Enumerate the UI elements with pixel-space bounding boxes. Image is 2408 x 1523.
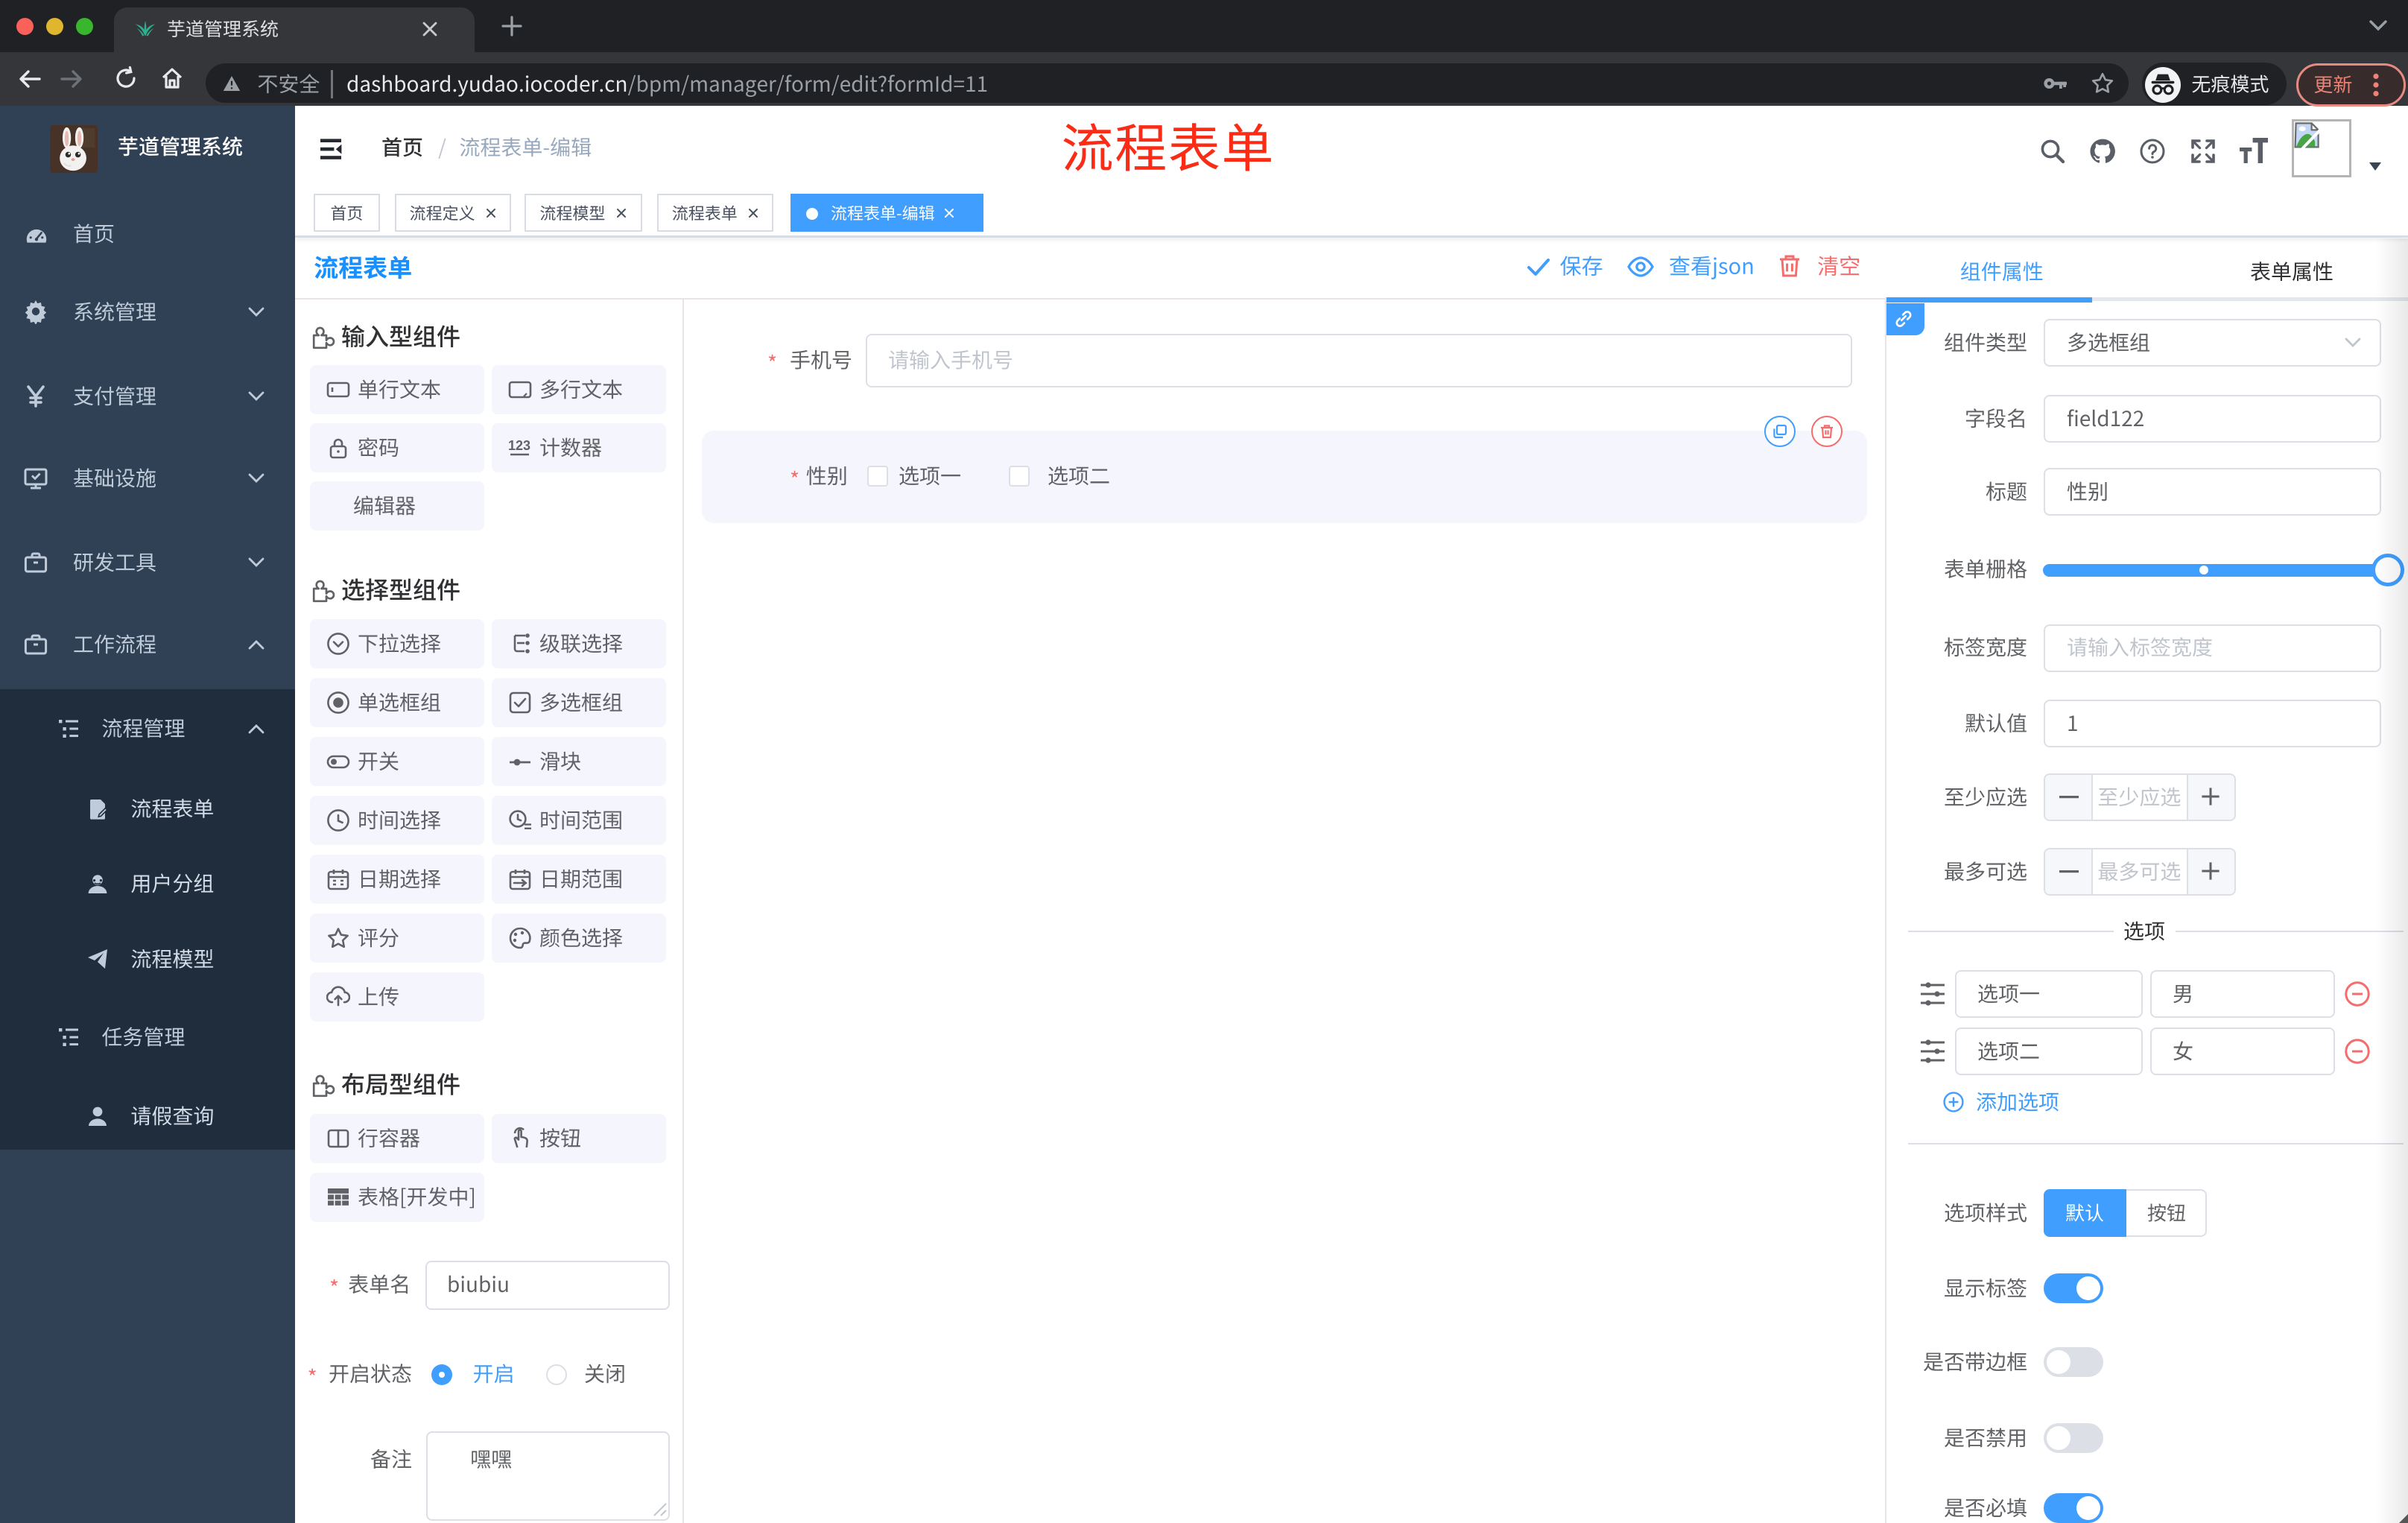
svg-text:123: 123 xyxy=(508,438,530,453)
